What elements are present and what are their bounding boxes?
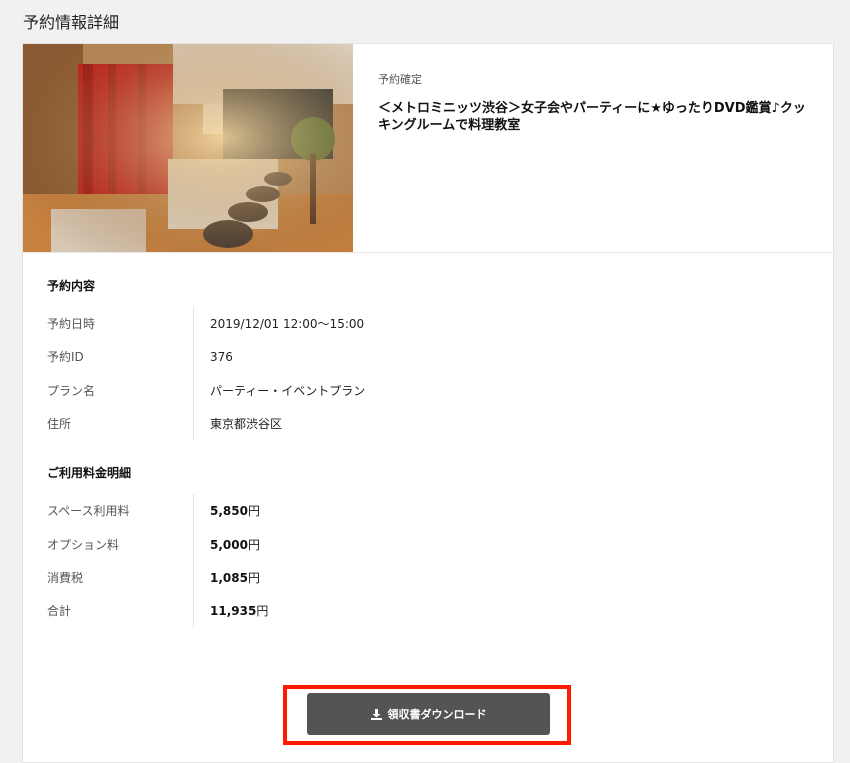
- fee-currency: 円: [256, 604, 269, 619]
- reservation-status: 予約確定: [378, 73, 422, 86]
- detail-value: パーティー・イベントプラン: [210, 383, 366, 398]
- detail-row: プラン名 パーティー・イベントプラン: [47, 374, 833, 407]
- fee-label: オプション料: [47, 537, 120, 552]
- fee-amount: 1,085: [210, 570, 248, 585]
- fee-amount: 5,000: [210, 537, 248, 552]
- receipt-download-button[interactable]: 領収書ダウンロード: [307, 693, 550, 735]
- fee-row-total: 合計 11,935円: [47, 594, 833, 627]
- page-title: 予約情報詳細: [23, 13, 120, 32]
- detail-value: 376: [210, 349, 233, 364]
- fee-label: 消費税: [47, 570, 84, 585]
- fee-row: スペース利用料 5,850円: [47, 494, 833, 527]
- details-divider: [193, 307, 194, 441]
- detail-label: 住所: [47, 417, 72, 432]
- reservation-card: 予約確定 ＜メトロミニッツ渋谷＞女子会やパーティーに★ゆったりDVD鑑賞♪クッキ…: [22, 43, 834, 763]
- fee-value: 1,085円: [210, 569, 260, 586]
- fee-currency: 円: [247, 570, 260, 585]
- download-icon: [370, 708, 382, 720]
- reservation-header: 予約確定 ＜メトロミニッツ渋谷＞女子会やパーティーに★ゆったりDVD鑑賞♪クッキ…: [23, 44, 833, 253]
- download-button-label: 領収書ダウンロード: [387, 708, 487, 721]
- plan-title: ＜メトロミニッツ渋谷＞女子会やパーティーに★ゆったりDVD鑑賞♪クッキングルーム…: [378, 101, 806, 133]
- fee-currency: 円: [247, 537, 260, 552]
- fees-divider: [193, 494, 194, 628]
- fee-value: 11,935円: [210, 602, 268, 619]
- detail-value: 東京都渋谷区: [210, 417, 283, 432]
- fee-currency: 円: [247, 504, 260, 519]
- fee-details-section: ご利用料金明細 スペース利用料 5,850円 オプション料 5,000円 消費税…: [23, 464, 833, 628]
- fee-label: 合計: [47, 604, 72, 619]
- details-list: 予約日時 2019/12/01 12:00〜15:00 予約ID 376 プラン…: [47, 307, 833, 441]
- fees-list: スペース利用料 5,850円 オプション料 5,000円 消費税 1,085円 …: [47, 494, 833, 628]
- details-heading: 予約内容: [47, 279, 96, 293]
- reservation-summary: 予約確定 ＜メトロミニッツ渋谷＞女子会やパーティーに★ゆったりDVD鑑賞♪クッキ…: [353, 44, 833, 252]
- fee-label: スペース利用料: [47, 504, 130, 519]
- detail-label: 予約日時: [47, 317, 96, 332]
- detail-label: プラン名: [47, 383, 96, 398]
- fee-amount: 11,935: [210, 604, 257, 619]
- fees-heading: ご利用料金明細: [47, 466, 132, 481]
- fee-row: オプション料 5,000円: [47, 527, 833, 560]
- fee-value: 5,850円: [210, 502, 260, 519]
- detail-row: 予約ID 376: [47, 340, 833, 373]
- fee-amount: 5,850: [210, 504, 248, 519]
- fee-row: 消費税 1,085円: [47, 561, 833, 594]
- fee-value: 5,000円: [210, 536, 260, 553]
- detail-row: 住所 東京都渋谷区: [47, 407, 833, 440]
- detail-row: 予約日時 2019/12/01 12:00〜15:00: [47, 307, 833, 340]
- detail-label: 予約ID: [47, 350, 84, 365]
- space-photo: [23, 44, 353, 252]
- reservation-details-section: 予約内容 予約日時 2019/12/01 12:00〜15:00 予約ID 37…: [23, 277, 833, 441]
- detail-value: 2019/12/01 12:00〜15:00: [210, 317, 365, 332]
